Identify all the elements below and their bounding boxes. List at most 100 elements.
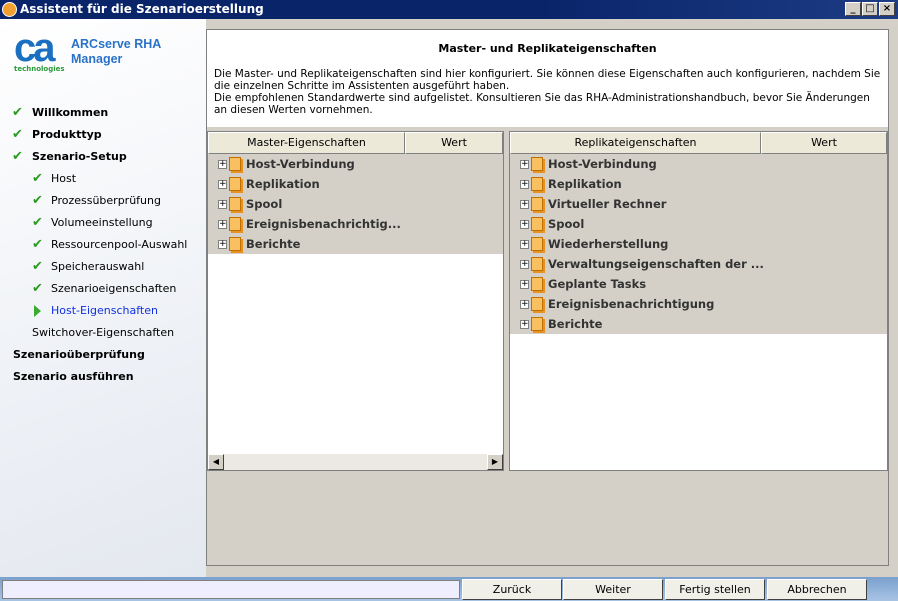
finish-button[interactable]: Fertig stellen bbox=[665, 579, 765, 600]
minimize-button[interactable]: _ bbox=[845, 2, 861, 16]
master-column-header[interactable]: Master-Eigenschaften bbox=[208, 132, 405, 154]
title-bar: Assistent für die Szenarioerstellung _ □… bbox=[0, 0, 898, 19]
sidebar-step: Produkttyp bbox=[32, 128, 102, 141]
tree-node[interactable]: + Spool bbox=[510, 214, 887, 234]
expand-icon[interactable]: + bbox=[218, 240, 227, 249]
expand-icon[interactable]: + bbox=[520, 220, 529, 229]
tree-node-label: Verwaltungseigenschaften der ... bbox=[548, 257, 764, 271]
master-properties-tree[interactable]: Master-Eigenschaften Wert + Host-Verbindu… bbox=[207, 131, 504, 471]
property-group-icon bbox=[229, 157, 241, 171]
app-icon bbox=[2, 2, 17, 17]
back-button[interactable]: Zurück bbox=[462, 579, 562, 600]
horizontal-scrollbar[interactable]: ◀ ▶ bbox=[208, 454, 503, 470]
tree-node-label: Replikation bbox=[246, 177, 320, 191]
expand-icon[interactable]: + bbox=[218, 160, 227, 169]
property-group-icon bbox=[531, 297, 543, 311]
expand-icon[interactable]: + bbox=[520, 180, 529, 189]
tree-node[interactable]: + Berichte bbox=[208, 234, 503, 254]
master-value-header[interactable]: Wert bbox=[405, 132, 503, 154]
expand-icon[interactable]: + bbox=[520, 240, 529, 249]
tree-node-label: Spool bbox=[246, 197, 283, 211]
property-group-icon bbox=[229, 237, 241, 251]
sidebar-step: Speicherauswahl bbox=[51, 260, 145, 273]
property-group-icon bbox=[531, 197, 543, 211]
expand-icon[interactable]: + bbox=[520, 320, 529, 329]
tree-node[interactable]: + Wiederherstellung bbox=[510, 234, 887, 254]
expand-icon[interactable]: + bbox=[218, 220, 227, 229]
tree-node[interactable]: + Host-Verbindung bbox=[208, 154, 503, 174]
tree-node-label: Ereignisbenachrichtigung bbox=[548, 297, 715, 311]
close-button[interactable]: × bbox=[879, 2, 895, 16]
property-group-icon bbox=[531, 177, 543, 191]
tree-node[interactable]: + Ereignisbenachrichtig... bbox=[208, 214, 503, 234]
scroll-left-button[interactable]: ◀ bbox=[208, 454, 224, 470]
property-group-icon bbox=[531, 217, 543, 231]
sidebar-step: Szenarioüberprüfung bbox=[13, 348, 145, 361]
expand-icon[interactable]: + bbox=[520, 160, 529, 169]
property-group-icon bbox=[229, 197, 241, 211]
tree-node-label: Spool bbox=[548, 217, 585, 231]
property-group-icon bbox=[531, 317, 543, 331]
tree-node-label: Ereignisbenachrichtig... bbox=[246, 217, 401, 231]
product-name: ARCserve RHA Manager bbox=[71, 37, 162, 66]
check-icon: ✔ bbox=[32, 215, 43, 230]
tree-node-label: Berichte bbox=[548, 317, 603, 331]
description-text-2: Die empfohlenen Standardwerte sind aufge… bbox=[214, 92, 870, 116]
scroll-right-button[interactable]: ▶ bbox=[487, 454, 503, 470]
current-step-arrow-icon bbox=[34, 305, 41, 317]
cancel-button[interactable]: Abbrechen bbox=[767, 579, 867, 600]
ca-logo: ca technologies bbox=[14, 26, 65, 73]
expand-icon[interactable]: + bbox=[218, 180, 227, 189]
sidebar-step: Prozessüberprüfung bbox=[51, 194, 161, 207]
check-icon: ✔ bbox=[32, 259, 43, 274]
tree-node[interactable]: + Geplante Tasks bbox=[510, 274, 887, 294]
tree-node[interactable]: + Replikation bbox=[208, 174, 503, 194]
sidebar-step: Szenario ausführen bbox=[13, 370, 134, 383]
replica-column-header[interactable]: Replikateigenschaften bbox=[510, 132, 761, 154]
sidebar-step: Ressourcenpool-Auswahl bbox=[51, 238, 188, 251]
property-group-icon bbox=[229, 217, 241, 231]
tree-node-label: Berichte bbox=[246, 237, 301, 251]
tree-node[interactable]: + Virtueller Rechner bbox=[510, 194, 887, 214]
sidebar-step: Szenario-Setup bbox=[32, 150, 127, 163]
check-icon: ✔ bbox=[12, 127, 23, 142]
tree-node[interactable]: + Host-Verbindung bbox=[510, 154, 887, 174]
tree-node-label: Host-Verbindung bbox=[548, 157, 657, 171]
property-group-icon bbox=[229, 177, 241, 191]
check-icon: ✔ bbox=[12, 149, 23, 164]
tree-node-label: Geplante Tasks bbox=[548, 277, 647, 291]
tree-node-label: Host-Verbindung bbox=[246, 157, 355, 171]
main-panel: Master- und Replikateigenschaften Die Ma… bbox=[206, 29, 889, 566]
check-icon: ✔ bbox=[32, 281, 43, 296]
button-bar: Zurück Weiter Fertig stellen Abbrechen bbox=[0, 577, 898, 601]
description-text-1: Die Master- und Replikateigenschaften si… bbox=[214, 68, 881, 92]
property-group-icon bbox=[531, 277, 543, 291]
property-group-icon bbox=[531, 257, 543, 271]
tree-node-label: Wiederherstellung bbox=[548, 237, 669, 251]
description-area: Master- und Replikateigenschaften Die Ma… bbox=[207, 30, 888, 127]
expand-icon[interactable]: + bbox=[520, 200, 529, 209]
expand-icon[interactable]: + bbox=[520, 300, 529, 309]
tree-node[interactable]: + Ereignisbenachrichtigung bbox=[510, 294, 887, 314]
check-icon: ✔ bbox=[32, 193, 43, 208]
expand-icon[interactable]: + bbox=[218, 200, 227, 209]
expand-icon[interactable]: + bbox=[520, 280, 529, 289]
tree-node[interactable]: + Berichte bbox=[510, 314, 887, 334]
window-title: Assistent für die Szenarioerstellung bbox=[20, 2, 264, 16]
sidebar-step: Host bbox=[51, 172, 77, 185]
tree-node-label: Virtueller Rechner bbox=[548, 197, 667, 211]
tree-node[interactable]: + Replikation bbox=[510, 174, 887, 194]
tree-node[interactable]: + Verwaltungseigenschaften der ... bbox=[510, 254, 887, 274]
property-group-icon bbox=[531, 157, 543, 171]
maximize-button[interactable]: □ bbox=[862, 2, 878, 16]
tree-node[interactable]: + Spool bbox=[208, 194, 503, 214]
check-icon: ✔ bbox=[32, 171, 43, 186]
status-field bbox=[2, 580, 460, 599]
wizard-sidebar: ca technologies ARCserve RHA Manager ✔ Will… bbox=[0, 19, 206, 577]
check-icon: ✔ bbox=[12, 105, 23, 120]
replica-properties-tree[interactable]: Replikateigenschaften Wert + Host-Verbind… bbox=[509, 131, 888, 471]
next-button[interactable]: Weiter bbox=[563, 579, 663, 600]
expand-icon[interactable]: + bbox=[520, 260, 529, 269]
sidebar-step: Szenarioeigenschaften bbox=[51, 282, 177, 295]
replica-value-header[interactable]: Wert bbox=[761, 132, 887, 154]
